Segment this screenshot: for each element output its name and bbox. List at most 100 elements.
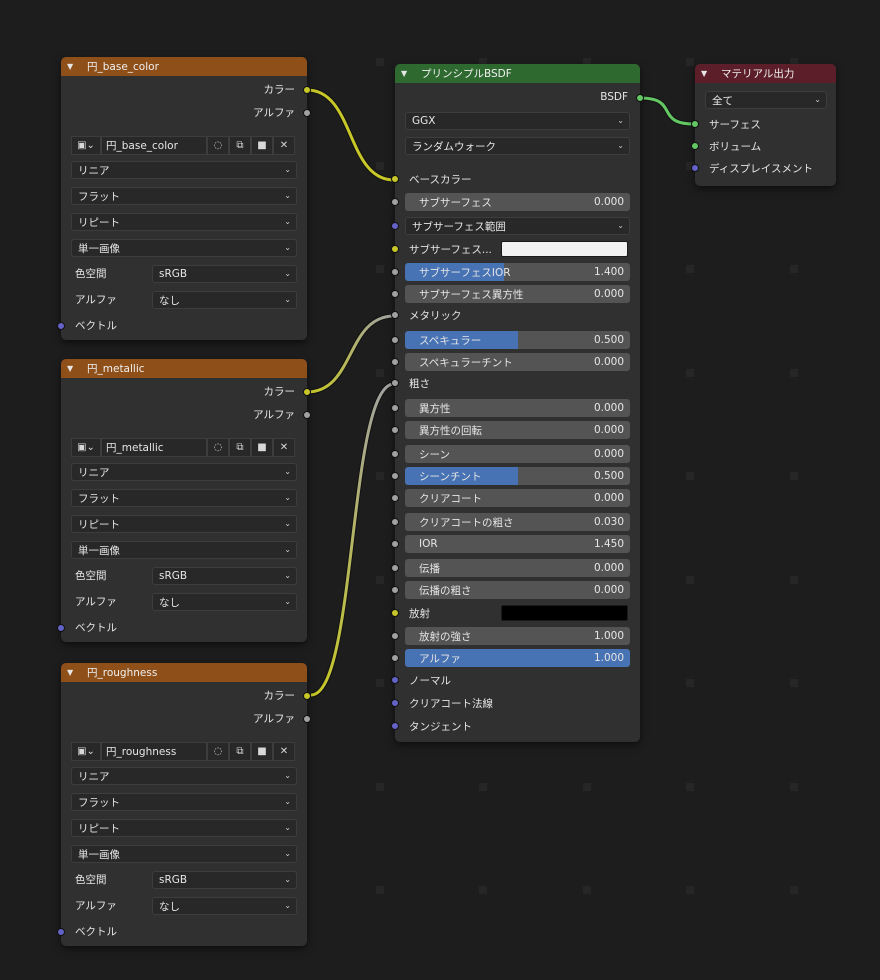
- subsurface-radius-input-socket[interactable]: [391, 222, 399, 230]
- color-output-socket[interactable]: [303, 86, 311, 94]
- alpha-mode-dropdown[interactable]: なし ⌄: [152, 593, 297, 611]
- image-name-field[interactable]: 円_roughness: [101, 742, 207, 761]
- clearcoat-slider[interactable]: クリアコート 0.000: [405, 489, 630, 507]
- anisotropic-rotation-input-socket[interactable]: [391, 426, 399, 434]
- collapse-chevron-icon[interactable]: ▼: [67, 364, 79, 373]
- vector-input-socket[interactable]: [57, 624, 65, 632]
- subsurface-method-dropdown[interactable]: ランダムウォーク ⌄: [405, 137, 630, 155]
- bsdf-output-socket[interactable]: [636, 94, 644, 102]
- alpha-output-socket[interactable]: [303, 411, 311, 419]
- projection-dropdown[interactable]: フラット ⌄: [71, 489, 297, 507]
- extension-dropdown[interactable]: リピート ⌄: [71, 819, 297, 837]
- sheen-input-socket[interactable]: [391, 450, 399, 458]
- image-selector[interactable]: ▣⌄ 円_base_color ◌ ⧉ ■ ✕: [71, 136, 297, 155]
- image-browse-icon[interactable]: ▣⌄: [71, 136, 101, 155]
- open-folder-icon[interactable]: ■: [251, 742, 273, 761]
- unlink-close-icon[interactable]: ✕: [273, 438, 295, 457]
- collapse-chevron-icon[interactable]: ▼: [67, 62, 79, 71]
- extension-dropdown[interactable]: リピート ⌄: [71, 515, 297, 533]
- transmission-roughness-slider[interactable]: 伝播の粗さ 0.000: [405, 581, 630, 599]
- open-folder-icon[interactable]: ■: [251, 136, 273, 155]
- specular-slider[interactable]: スペキュラー 0.500: [405, 331, 630, 349]
- ior-slider[interactable]: IOR 1.450: [405, 535, 630, 553]
- texture-node-header[interactable]: ▼ 円_base_color: [61, 57, 307, 76]
- duplicate-image-icon[interactable]: ⧉: [229, 438, 251, 457]
- base-color-input-socket[interactable]: [391, 175, 399, 183]
- clearcoat-roughness-input-socket[interactable]: [391, 518, 399, 526]
- alpha-mode-dropdown[interactable]: なし ⌄: [152, 897, 297, 915]
- output-node-header[interactable]: ▼ マテリアル出力: [695, 64, 836, 83]
- subsurface-ior-input-socket[interactable]: [391, 268, 399, 276]
- anisotropic-slider[interactable]: 異方性 0.000: [405, 399, 630, 417]
- image-name-field[interactable]: 円_base_color: [101, 136, 207, 155]
- source-dropdown[interactable]: 単一画像 ⌄: [71, 239, 297, 257]
- source-dropdown[interactable]: 単一画像 ⌄: [71, 541, 297, 559]
- subsurface-radius-dropdown[interactable]: サブサーフェス範囲 ⌄: [405, 217, 630, 235]
- interpolation-dropdown[interactable]: リニア ⌄: [71, 463, 297, 481]
- extension-dropdown[interactable]: リピート ⌄: [71, 213, 297, 231]
- image-texture-node[interactable]: ▼ 円_metallic カラー アルファ ▣⌄ 円_metallic ◌ ⧉ …: [57, 359, 311, 642]
- bsdf-node-header[interactable]: ▼ プリンシプルBSDF: [395, 64, 640, 83]
- collapse-chevron-icon[interactable]: ▼: [67, 668, 79, 677]
- colorspace-dropdown[interactable]: sRGB ⌄: [152, 567, 297, 585]
- displacement-input-socket[interactable]: [691, 164, 699, 172]
- emission-input-socket[interactable]: [391, 609, 399, 617]
- anisotropic-rotation-slider[interactable]: 異方性の回転 0.000: [405, 421, 630, 439]
- colorspace-dropdown[interactable]: sRGB ⌄: [152, 871, 297, 889]
- unlink-close-icon[interactable]: ✕: [273, 136, 295, 155]
- image-browse-icon[interactable]: ▣⌄: [71, 742, 101, 761]
- alpha-output-socket[interactable]: [303, 715, 311, 723]
- vector-input-socket[interactable]: [57, 322, 65, 330]
- collapse-chevron-icon[interactable]: ▼: [701, 69, 713, 78]
- image-name-field[interactable]: 円_metallic: [101, 438, 207, 457]
- volume-input-socket[interactable]: [691, 142, 699, 150]
- texture-node-header[interactable]: ▼ 円_metallic: [61, 359, 307, 378]
- alpha-slider[interactable]: アルファ 1.000: [405, 649, 630, 667]
- sheen-tint-slider[interactable]: シーンチント 0.500: [405, 467, 630, 485]
- sheen-slider[interactable]: シーン 0.000: [405, 445, 630, 463]
- image-selector[interactable]: ▣⌄ 円_metallic ◌ ⧉ ■ ✕: [71, 438, 297, 457]
- subsurface-anisotropy-slider[interactable]: サブサーフェス異方性 0.000: [405, 285, 630, 303]
- specular-tint-slider[interactable]: スペキュラーチント 0.000: [405, 353, 630, 371]
- normal-input-socket[interactable]: [391, 676, 399, 684]
- emission-strength-input-socket[interactable]: [391, 632, 399, 640]
- source-dropdown[interactable]: 単一画像 ⌄: [71, 845, 297, 863]
- texture-node-header[interactable]: ▼ 円_roughness: [61, 663, 307, 682]
- unlink-close-icon[interactable]: ✕: [273, 742, 295, 761]
- specular-tint-input-socket[interactable]: [391, 358, 399, 366]
- color-output-socket[interactable]: [303, 388, 311, 396]
- anisotropic-input-socket[interactable]: [391, 404, 399, 412]
- vector-input-socket[interactable]: [57, 928, 65, 936]
- transmission-input-socket[interactable]: [391, 564, 399, 572]
- subsurface-ior-slider[interactable]: サブサーフェスIOR 1.400: [405, 263, 630, 281]
- interpolation-dropdown[interactable]: リニア ⌄: [71, 767, 297, 785]
- duplicate-image-icon[interactable]: ⧉: [229, 136, 251, 155]
- projection-dropdown[interactable]: フラット ⌄: [71, 793, 297, 811]
- collapse-chevron-icon[interactable]: ▼: [401, 69, 413, 78]
- colorspace-dropdown[interactable]: sRGB ⌄: [152, 265, 297, 283]
- subsurface-color-input-socket[interactable]: [391, 245, 399, 253]
- subsurface-color-swatch[interactable]: [501, 241, 628, 257]
- clearcoat-roughness-slider[interactable]: クリアコートの粗さ 0.030: [405, 513, 630, 531]
- distribution-dropdown[interactable]: GGX ⌄: [405, 112, 630, 130]
- material-output-node[interactable]: ▼ マテリアル出力 全て ⌄ サーフェス ボリューム ディスプレイスメント: [691, 64, 836, 186]
- clearcoat-input-socket[interactable]: [391, 494, 399, 502]
- fake-user-shield-icon[interactable]: ◌: [207, 742, 229, 761]
- alpha-input-socket[interactable]: [391, 654, 399, 662]
- surface-input-socket[interactable]: [691, 120, 699, 128]
- alpha-mode-dropdown[interactable]: なし ⌄: [152, 291, 297, 309]
- interpolation-dropdown[interactable]: リニア ⌄: [71, 161, 297, 179]
- image-selector[interactable]: ▣⌄ 円_roughness ◌ ⧉ ■ ✕: [71, 742, 297, 761]
- metallic-input-socket[interactable]: [391, 311, 399, 319]
- duplicate-image-icon[interactable]: ⧉: [229, 742, 251, 761]
- specular-input-socket[interactable]: [391, 336, 399, 344]
- subsurface-slider[interactable]: サブサーフェス 0.000: [405, 193, 630, 211]
- emission-strength-slider[interactable]: 放射の強さ 1.000: [405, 627, 630, 645]
- subsurface-anisotropy-input-socket[interactable]: [391, 290, 399, 298]
- open-folder-icon[interactable]: ■: [251, 438, 273, 457]
- clearcoat-normal-input-socket[interactable]: [391, 699, 399, 707]
- transmission-slider[interactable]: 伝播 0.000: [405, 559, 630, 577]
- transmission-roughness-input-socket[interactable]: [391, 586, 399, 594]
- alpha-output-socket[interactable]: [303, 109, 311, 117]
- projection-dropdown[interactable]: フラット ⌄: [71, 187, 297, 205]
